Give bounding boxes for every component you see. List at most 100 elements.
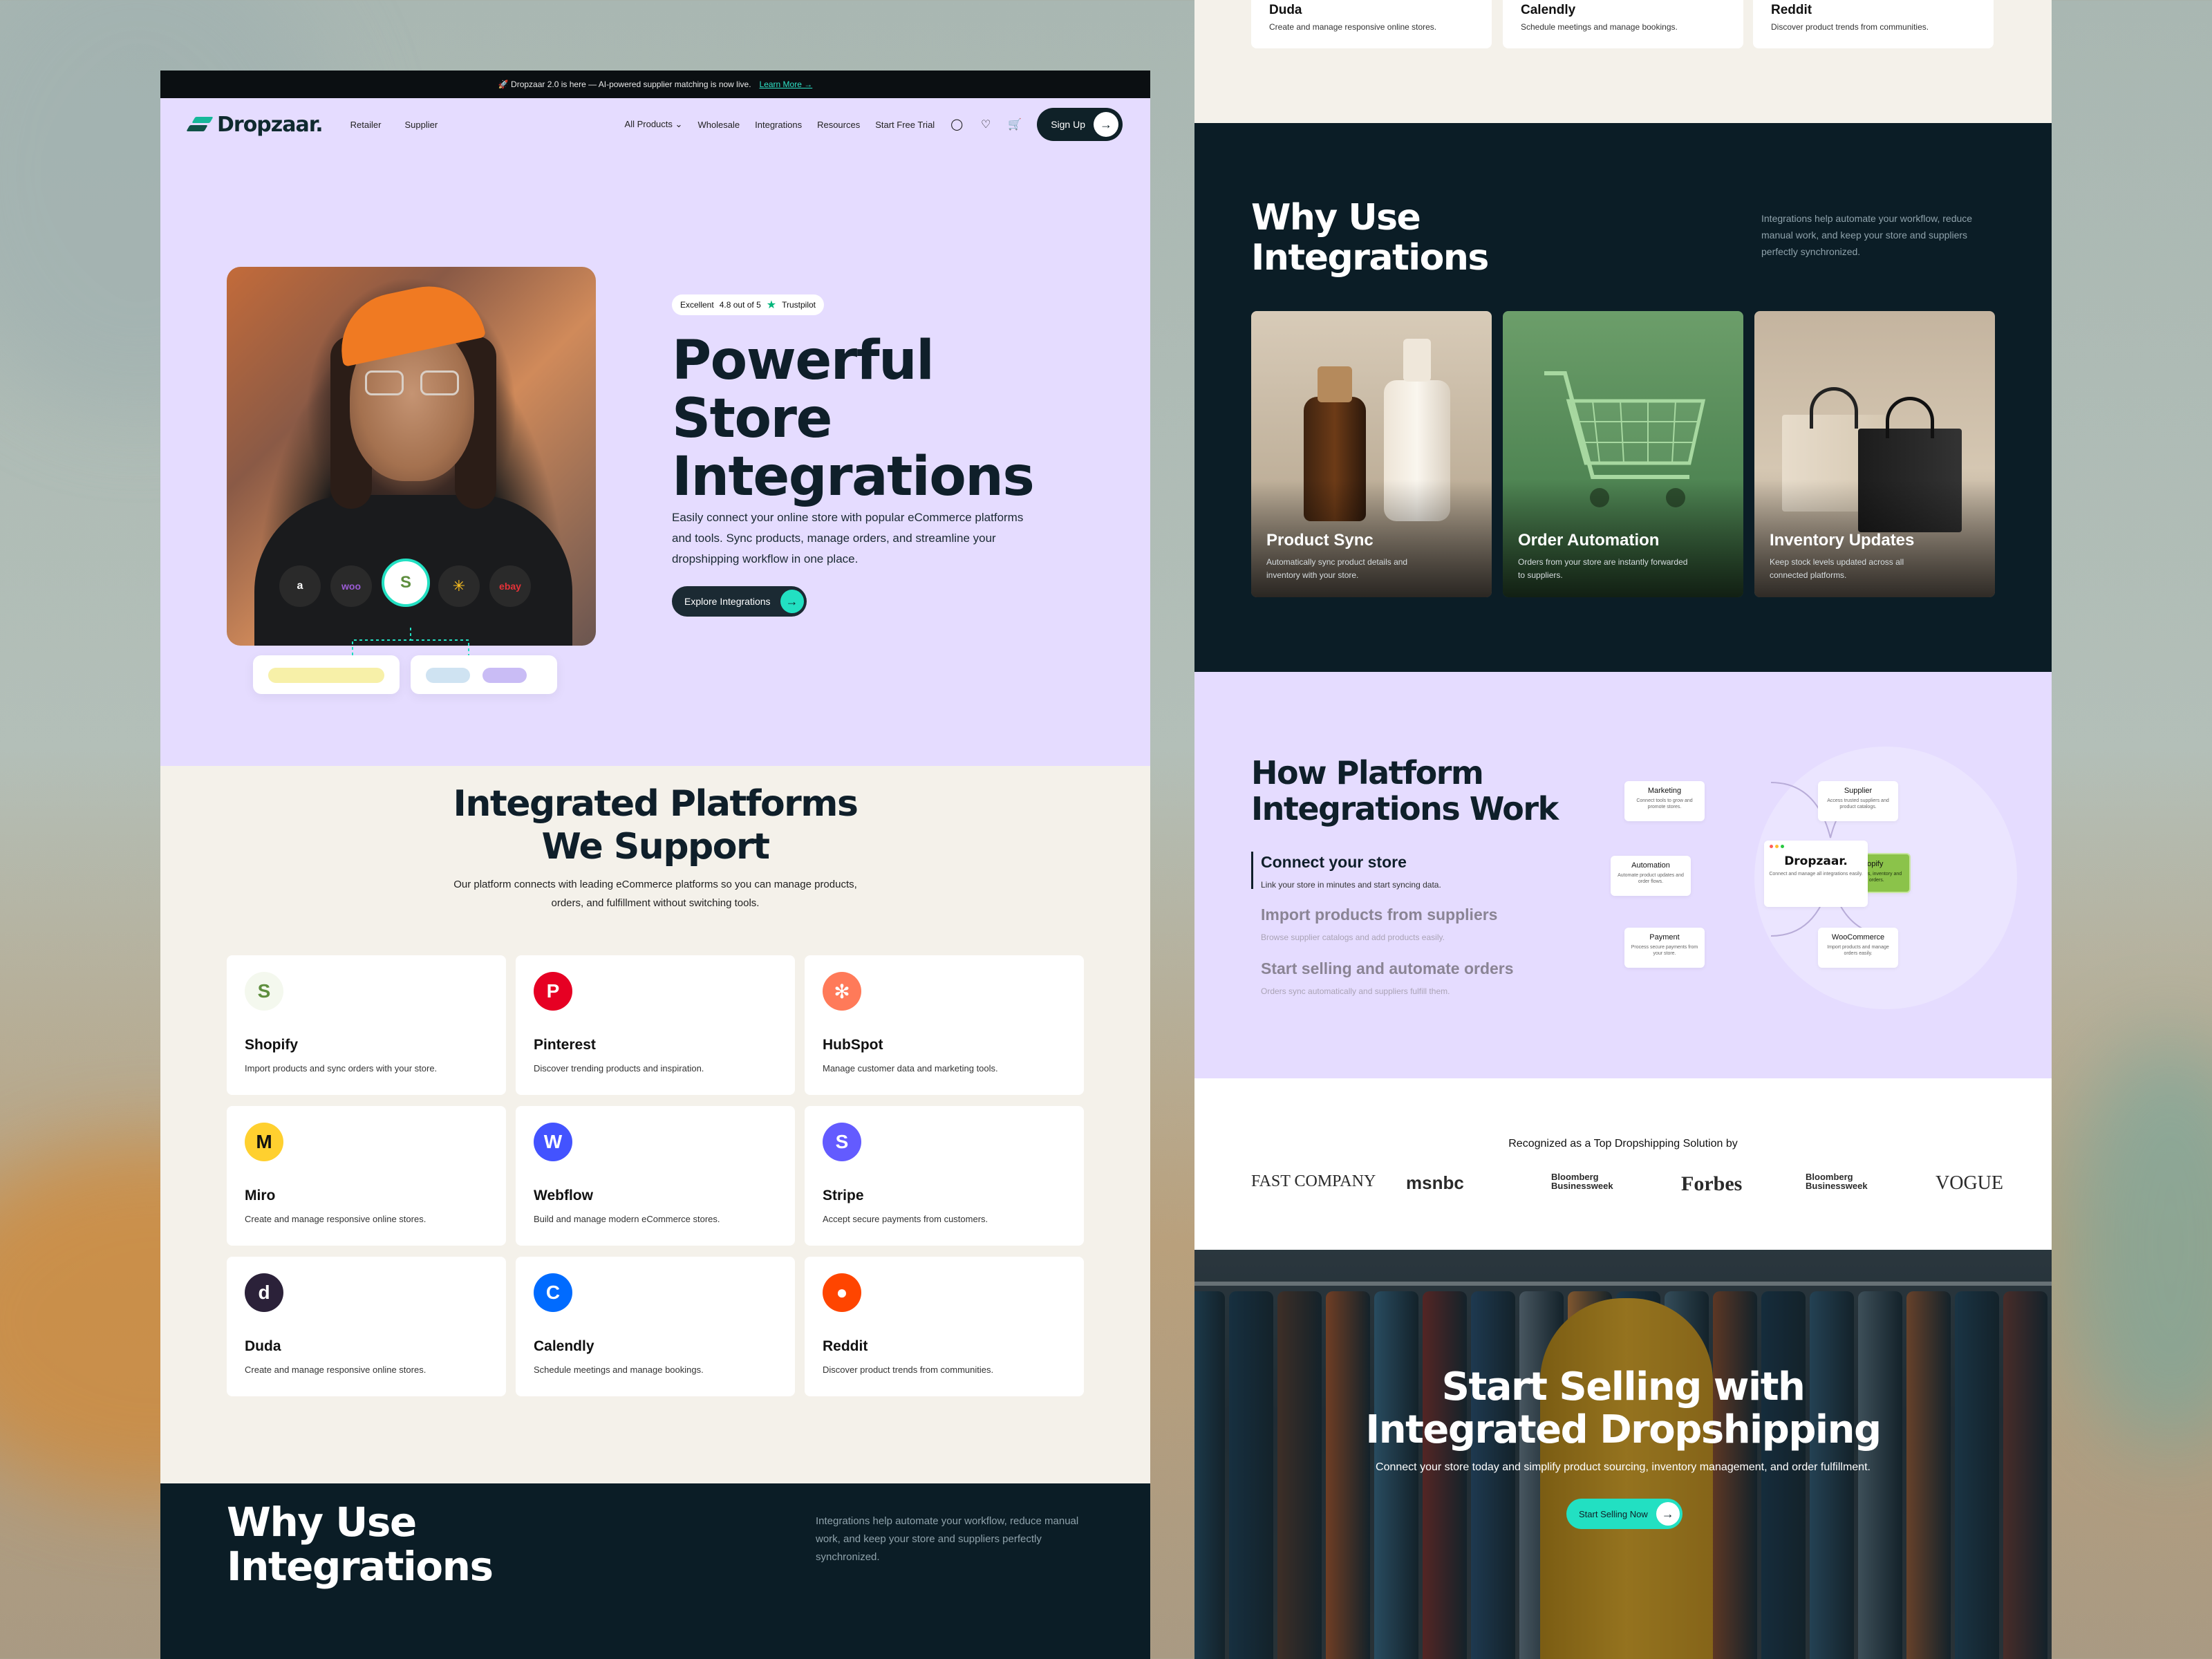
why-title-line: Integrations [1251, 237, 1489, 279]
shopify-icon: S [382, 559, 430, 607]
platform-card-stripe[interactable]: S Stripe Accept secure payments from custo… [805, 1106, 1084, 1246]
cta-title-line: Integrated Dropshipping [1365, 1407, 1882, 1452]
platform-card-shopify[interactable]: S Shopify Import products and sync orders … [227, 955, 506, 1095]
platform-name: Miro [245, 1188, 276, 1203]
hero-floating-card-left [253, 655, 400, 694]
card-placeholder-pill [426, 668, 470, 683]
step-connect-store[interactable]: Connect your store Link your store in mi… [1261, 853, 1441, 890]
nav-link-supplier[interactable]: Supplier [404, 120, 438, 130]
platform-card-calendly[interactable]: C Calendly Schedule meetings and manage bo… [516, 1257, 795, 1396]
platform-desc: Create and manage responsive online stor… [245, 1214, 427, 1224]
woocommerce-icon: woo [330, 565, 372, 607]
why-title: Why Use Integrations [1251, 197, 1489, 279]
node-desc: Access trusted suppliers and product cat… [1827, 798, 1889, 809]
hero-person-photo: a woo S ✳ ebay [227, 267, 596, 646]
feature-desc: Keep stock levels updated across all con… [1770, 557, 1904, 580]
card-placeholder-pill [268, 668, 384, 683]
how-it-works-section: How Platform Integrations Work Connect y… [1194, 672, 2052, 1078]
cart-icon[interactable]: 🛒 [1008, 118, 1022, 131]
nav-right-group: All Products ⌄ Wholesale Integrations Re… [625, 108, 1123, 141]
platform-card-reddit[interactable]: ● Reddit Discover product trends from comm… [805, 1257, 1084, 1396]
brand-logo-msnbc: msnbc [1406, 1172, 1464, 1193]
platform-desc: Discover product trends from communities… [823, 1365, 994, 1375]
stripe-icon: S [823, 1123, 861, 1161]
node-desc: Connect tools to grow and promote stores… [1636, 798, 1693, 809]
trust-rating: 4.8 out of 5 [719, 300, 761, 310]
feature-card-order-automation: Order Automation Orders from your store … [1503, 311, 1743, 597]
platform-desc: Build and manage modern eCommerce stores… [534, 1214, 720, 1224]
bag-handle-shape [1886, 397, 1934, 438]
photo-glasses [365, 371, 462, 395]
nav-link-resources[interactable]: Resources [817, 120, 860, 130]
feature-desc: Automatically sync product details and i… [1266, 557, 1408, 580]
platform-desc: Schedule meetings and manage bookings. [534, 1365, 704, 1375]
platform-card-duda[interactable]: d Duda Create and manage responsive online… [227, 1257, 506, 1396]
platform-card-duda-tail[interactable]: Duda Create and manage responsive online… [1251, 0, 1492, 48]
recognized-section [1194, 1078, 2052, 1250]
sign-up-button[interactable]: Sign Up → [1037, 108, 1123, 141]
why-title-line: Integrations [227, 1543, 494, 1590]
platform-card-calendly-tail[interactable]: Calendly Schedule meetings and manage bo… [1503, 0, 1743, 48]
nav-link-all-products-label: All Products [624, 119, 673, 129]
step-start-selling[interactable]: Start selling and automate orders Orders… [1261, 959, 1514, 996]
announcement-learn-more-link[interactable]: Learn More → [760, 79, 813, 89]
diagram-node-marketing: Marketing Connect tools to grow and promo… [1624, 781, 1705, 821]
brand-logo-fast-company: FAST COMPANY [1251, 1172, 1376, 1190]
diagram-node-payment: Payment Process secure payments from your… [1624, 928, 1705, 968]
platform-card-reddit-tail[interactable]: Reddit Discover product trends from comm… [1753, 0, 1994, 48]
nav-link-start-free-trial[interactable]: Start Free Trial [875, 120, 935, 130]
duda-icon: d [245, 1273, 283, 1312]
platform-card-webflow[interactable]: W Webflow Build and manage modern eCommerc… [516, 1106, 795, 1246]
user-icon[interactable]: ◯ [950, 118, 964, 131]
diagram-node-automation: Automation Automate product updates and o… [1611, 856, 1691, 896]
why-integrations-section-left: Why Use Integrations Integrations help a… [160, 1483, 1150, 1659]
feature-card-product-sync: Product Sync Automatically sync product … [1251, 311, 1492, 597]
why-title: Why Use Integrations [227, 1500, 494, 1590]
nav-link-wholesale[interactable]: Wholesale [697, 120, 740, 130]
platform-name: Duda [1269, 3, 1302, 17]
platform-card-hubspot[interactable]: ✻ HubSpot Manage customer data and marketi… [805, 955, 1084, 1095]
top-navigation: Dropzaar. Retailer Supplier All Products… [160, 98, 1150, 151]
node-desc: Process secure payments from your store. [1631, 945, 1698, 956]
nav-link-all-products[interactable]: All Products ⌄ [625, 119, 683, 130]
feature-title: Order Automation [1518, 531, 1660, 550]
node-label: WooCommerce [1831, 933, 1885, 941]
webflow-icon: W [534, 1123, 572, 1161]
start-selling-now-button[interactable]: Start Selling Now → [1566, 1499, 1683, 1529]
platform-card-pinterest[interactable]: P Pinterest Discover trending products and… [516, 955, 795, 1095]
feature-card-inventory-updates: Inventory Updates Keep stock levels upda… [1754, 311, 1995, 597]
pump-shape [1403, 339, 1431, 382]
how-title-line: Integrations Work [1251, 790, 1559, 827]
platform-card-miro[interactable]: M Miro Create and manage responsive online… [227, 1106, 506, 1246]
platforms-title-line: Integrated Platforms [453, 783, 859, 825]
diagram-center-desc: Connect and manage all integrations easi… [1769, 872, 1863, 877]
sign-up-label: Sign Up [1051, 119, 1085, 130]
platform-name: Reddit [823, 1338, 868, 1354]
step-desc: Link your store in minutes and start syn… [1261, 880, 1441, 890]
cta-title: Start Selling with Integrated Dropshippi… [1194, 1366, 2052, 1452]
diagram-center-logo: Dropzaar. [1784, 854, 1848, 868]
nav-link-integrations[interactable]: Integrations [755, 120, 802, 130]
why-integrations-section: Why Use Integrations Integrations help a… [1194, 123, 2052, 672]
diagram-center-dropzaar: Dropzaar. Connect and manage all integra… [1764, 841, 1868, 907]
platform-name: Calendly [1521, 3, 1576, 17]
announcement-text: 🚀 Dropzaar 2.0 is here — AI-powered supp… [498, 79, 751, 89]
backdrop-teal-blob [2060, 1037, 2212, 1452]
diagram-node-supplier: Supplier Access trusted suppliers and pro… [1818, 781, 1898, 821]
hero-floating-card-right [411, 655, 557, 694]
cta-subtitle: Connect your store today and simplify pr… [1376, 1461, 1871, 1473]
explore-integrations-button[interactable]: Explore Integrations → [672, 586, 807, 617]
trustpilot-star-icon: ★ [766, 299, 777, 311]
heart-icon[interactable]: ♡ [979, 118, 993, 131]
trust-excellent: Excellent [680, 300, 714, 310]
brand-logo-bloomberg-businessweek: Bloomberg Businessweek [1551, 1172, 1613, 1191]
why-title-line: Why Use [1251, 197, 1421, 238]
step-title: Start selling and automate orders [1261, 959, 1514, 977]
step-import-products[interactable]: Import products from suppliers Browse su… [1261, 906, 1497, 942]
shopify-icon: S [245, 972, 283, 1011]
landing-page-preview-left: 🚀 Dropzaar 2.0 is here — AI-powered supp… [160, 71, 1150, 1659]
calendly-icon: C [534, 1273, 572, 1312]
node-label: Marketing [1647, 787, 1682, 795]
nav-link-retailer[interactable]: Retailer [350, 120, 382, 130]
logo[interactable]: Dropzaar. [188, 113, 324, 137]
